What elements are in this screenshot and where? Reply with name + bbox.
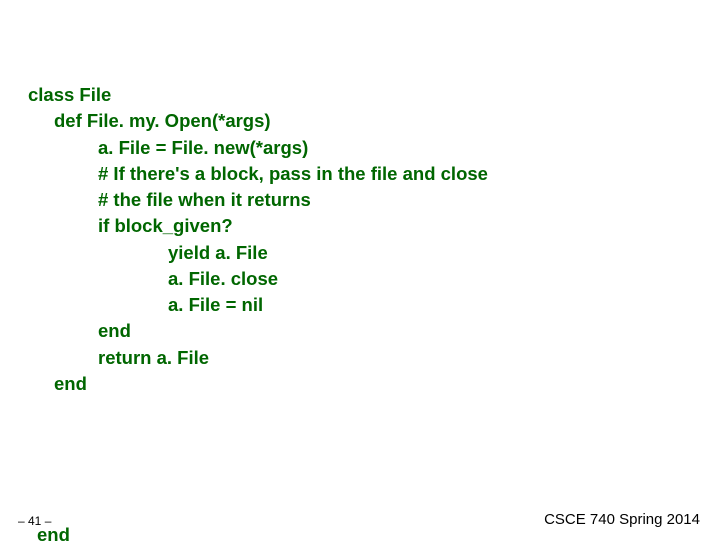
code-line: return a. File: [28, 345, 488, 371]
code-line: a. File. close: [28, 266, 488, 292]
code-line: if block_given?: [28, 213, 488, 239]
code-line-end: end: [37, 524, 70, 546]
code-line: a. File = File. new(*args): [28, 135, 488, 161]
code-line: end: [28, 318, 488, 344]
code-line: end: [28, 371, 488, 397]
course-footer: CSCE 740 Spring 2014: [544, 511, 700, 528]
code-block: class File def File. my. Open(*args) a. …: [28, 82, 488, 397]
code-line: # If there's a block, pass in the file a…: [28, 161, 488, 187]
code-line: def File. my. Open(*args): [28, 108, 488, 134]
code-line: class File: [28, 82, 488, 108]
code-line: yield a. File: [28, 240, 488, 266]
code-line: # the file when it returns: [28, 187, 488, 213]
code-line: a. File = nil: [28, 292, 488, 318]
